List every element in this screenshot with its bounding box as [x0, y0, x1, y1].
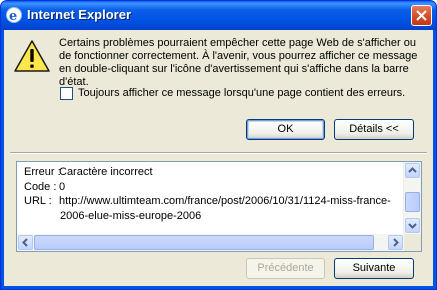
- warning-message: Certains problèmes pourraient empêcher c…: [59, 37, 418, 88]
- close-button[interactable]: [411, 5, 432, 26]
- separator: [10, 152, 427, 154]
- scroll-corner: [404, 234, 421, 251]
- horizontal-scroll-thumb[interactable]: [34, 235, 374, 250]
- scroll-left-button[interactable]: [18, 235, 33, 250]
- scroll-right-button[interactable]: [388, 235, 403, 250]
- title-bar[interactable]: e Internet Explorer: [1, 1, 436, 30]
- code-label: Code :: [24, 180, 57, 193]
- chevron-down-icon: [408, 223, 417, 229]
- previous-button[interactable]: Précédente: [246, 258, 325, 279]
- internet-explorer-icon: e: [6, 7, 22, 23]
- vertical-scrollbar[interactable]: [403, 162, 421, 234]
- scroll-down-button[interactable]: [405, 218, 420, 233]
- details-button[interactable]: Détails <<: [334, 119, 414, 140]
- always-show-checkbox-label[interactable]: Toujours afficher ce message lorsqu'une …: [78, 87, 405, 99]
- error-dialog: e Internet Explorer Certains problèmes p…: [0, 0, 437, 290]
- dialog-body: Certains problèmes pourraient empêcher c…: [4, 30, 433, 286]
- horizontal-scrollbar[interactable]: [17, 234, 404, 251]
- url-label: URL :: [24, 195, 52, 207]
- chevron-right-icon: [393, 238, 399, 247]
- chevron-up-icon: [408, 167, 417, 173]
- scroll-up-button[interactable]: [405, 163, 420, 178]
- error-label: Erreur :: [24, 166, 61, 178]
- svg-text:e: e: [9, 9, 17, 21]
- code-value: 0: [59, 180, 66, 193]
- ok-button[interactable]: OK: [246, 119, 325, 140]
- close-icon: [416, 10, 427, 21]
- url-value-line2: 2006-elue-miss-europe-2006: [60, 209, 202, 222]
- always-show-checkbox[interactable]: [60, 87, 73, 100]
- window-title: Internet Explorer: [27, 7, 132, 22]
- error-value: Caractère incorrect: [59, 166, 153, 178]
- url-value-line1: http://www.ultimteam.com/france/post/200…: [59, 195, 391, 207]
- error-details-box: Erreur :Caractère incorrect Code :0 URL …: [16, 161, 422, 252]
- warning-icon: [14, 40, 50, 72]
- vertical-scroll-thumb[interactable]: [405, 192, 420, 212]
- next-button[interactable]: Suivante: [334, 258, 414, 279]
- chevron-left-icon: [22, 238, 28, 247]
